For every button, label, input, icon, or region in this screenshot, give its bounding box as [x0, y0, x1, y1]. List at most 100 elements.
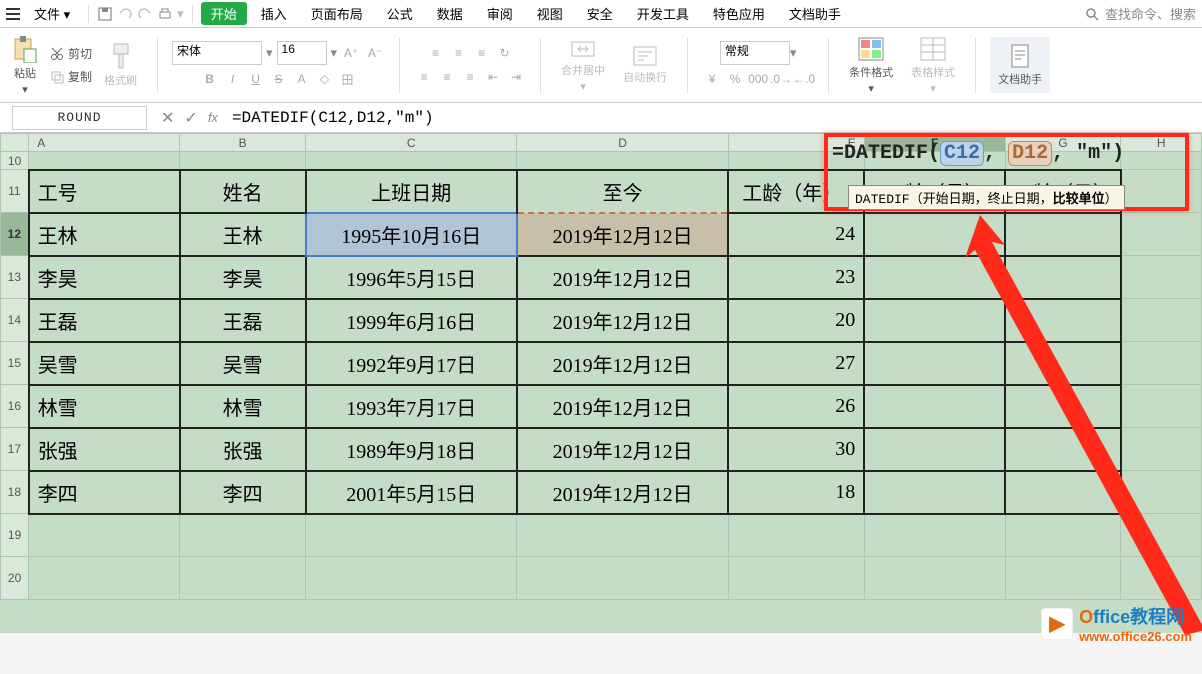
cell[interactable]: 工号 — [29, 170, 180, 213]
undo-icon[interactable] — [117, 6, 133, 22]
row-header[interactable]: 11 — [1, 170, 29, 213]
cell[interactable]: 1996年5月15日 — [306, 256, 517, 299]
cell[interactable]: 24 — [728, 213, 864, 256]
cell[interactable]: 至今 — [517, 170, 728, 213]
align-mid-icon[interactable]: ≡ — [449, 43, 469, 63]
font-family-select[interactable]: 宋体 — [172, 41, 262, 65]
font-color-icon[interactable]: A — [292, 69, 312, 89]
menu-tab-formula[interactable]: 公式 — [377, 2, 423, 25]
cell[interactable]: 2019年12月12日 — [517, 471, 728, 514]
col-header-B[interactable]: B — [180, 134, 306, 152]
cell[interactable] — [864, 299, 1005, 342]
align-bot-icon[interactable]: ≡ — [472, 43, 492, 63]
row-header[interactable]: 19 — [1, 514, 29, 557]
row-header[interactable]: 15 — [1, 342, 29, 385]
cell[interactable]: 王林 — [180, 213, 306, 256]
cell-style-button[interactable]: 表格样式 ▾ — [905, 34, 961, 97]
cell[interactable] — [1005, 428, 1121, 471]
cell[interactable] — [1005, 385, 1121, 428]
fill-color-icon[interactable]: ◇ — [315, 69, 335, 89]
cell[interactable]: 王磊 — [180, 299, 306, 342]
cell[interactable]: 工龄（年） — [728, 170, 864, 213]
align-left-icon[interactable]: ≡ — [414, 67, 434, 87]
merge-button[interactable]: 合并居中 ▾ — [555, 36, 611, 95]
cell[interactable]: 1999年6月16日 — [306, 299, 517, 342]
cell[interactable]: 2019年12月12日 — [517, 256, 728, 299]
cell[interactable]: 2019年12月12日 — [517, 428, 728, 471]
cell[interactable]: 1989年9月18日 — [306, 428, 517, 471]
doc-assist-button[interactable]: 文档助手 — [990, 37, 1050, 93]
border-icon[interactable]: 田 — [338, 69, 358, 89]
cell-ref-c12[interactable]: 1995年10月16日 — [306, 213, 517, 256]
row-header[interactable]: 12 — [1, 213, 29, 256]
cell[interactable]: 李昊 — [29, 256, 180, 299]
cell[interactable] — [864, 256, 1005, 299]
print-icon[interactable] — [157, 6, 173, 22]
cell[interactable]: 李四 — [29, 471, 180, 514]
cell[interactable]: 2019年12月12日 — [517, 342, 728, 385]
cut-button[interactable]: 剪切 — [50, 45, 92, 62]
align-right-icon[interactable]: ≡ — [460, 67, 480, 87]
cell[interactable]: 王磊 — [29, 299, 180, 342]
cell[interactable]: 18 — [728, 471, 864, 514]
cell[interactable]: 王林 — [29, 213, 180, 256]
increase-font-icon[interactable]: A⁺ — [341, 43, 361, 63]
indent-inc-icon[interactable]: ⇥ — [506, 67, 526, 87]
menu-tab-security[interactable]: 安全 — [577, 2, 623, 25]
row-header[interactable]: 13 — [1, 256, 29, 299]
dec-dec-icon[interactable]: ←.0 — [794, 69, 814, 89]
cell[interactable]: 姓名 — [180, 170, 306, 213]
cell[interactable] — [1005, 299, 1121, 342]
col-header-C[interactable]: C — [306, 134, 517, 152]
cell[interactable] — [864, 428, 1005, 471]
col-header-H[interactable]: H — [1121, 134, 1202, 152]
cell[interactable] — [864, 385, 1005, 428]
paste-button[interactable]: 粘贴 ▾ — [6, 33, 44, 98]
currency-icon[interactable]: ¥ — [702, 69, 722, 89]
formula-cancel-icon[interactable]: ✕ — [161, 108, 174, 128]
row-header[interactable]: 20 — [1, 557, 29, 600]
menu-tab-start[interactable]: 开始 — [201, 2, 247, 25]
cell[interactable]: 林雪 — [180, 385, 306, 428]
number-format-select[interactable]: 常规 — [720, 41, 790, 65]
dec-inc-icon[interactable]: .0→ — [771, 69, 791, 89]
cell[interactable]: 1992年9月17日 — [306, 342, 517, 385]
font-size-select[interactable]: 16 — [277, 41, 327, 65]
row-header[interactable]: 10 — [1, 152, 29, 170]
comma-icon[interactable]: 000 — [748, 69, 768, 89]
cell[interactable] — [1005, 213, 1121, 256]
wrap-button[interactable]: 自动换行 — [617, 43, 673, 87]
align-center-icon[interactable]: ≡ — [437, 67, 457, 87]
cell[interactable]: 林雪 — [29, 385, 180, 428]
cell-ref-d12[interactable]: 2019年12月12日 — [517, 213, 728, 256]
name-box[interactable]: ROUND — [12, 106, 147, 130]
row-header[interactable]: 17 — [1, 428, 29, 471]
fx-icon[interactable]: fx — [208, 110, 218, 125]
cell[interactable]: 2019年12月12日 — [517, 299, 728, 342]
redo-icon[interactable] — [137, 6, 153, 22]
cell[interactable]: 2001年5月15日 — [306, 471, 517, 514]
menu-tab-insert[interactable]: 插入 — [251, 2, 297, 25]
format-painter-button[interactable]: 格式刷 — [98, 40, 143, 90]
menu-tab-assist[interactable]: 文档助手 — [779, 2, 851, 25]
cell[interactable]: 张强 — [29, 428, 180, 471]
formula-input[interactable] — [224, 104, 1202, 132]
orient-icon[interactable]: ↻ — [495, 43, 515, 63]
cell[interactable] — [1005, 342, 1121, 385]
menu-tab-dev[interactable]: 开发工具 — [627, 2, 699, 25]
menu-tab-layout[interactable]: 页面布局 — [301, 2, 373, 25]
cell[interactable]: 李四 — [180, 471, 306, 514]
col-header-D[interactable]: D — [517, 134, 728, 152]
cell[interactable] — [864, 471, 1005, 514]
menubar-search[interactable]: 查找命令、搜索 — [1085, 4, 1196, 23]
cell[interactable]: 1993年7月17日 — [306, 385, 517, 428]
menu-tab-special[interactable]: 特色应用 — [703, 2, 775, 25]
cell[interactable]: 张强 — [180, 428, 306, 471]
row-header[interactable]: 18 — [1, 471, 29, 514]
save-icon[interactable] — [97, 6, 113, 22]
cond-format-button[interactable]: 条件格式 ▾ — [843, 34, 899, 97]
italic-icon[interactable]: I — [223, 69, 243, 89]
cell[interactable]: 30 — [728, 428, 864, 471]
menu-file[interactable]: 文件 ▾ — [24, 2, 80, 25]
cell[interactable]: 吴雪 — [180, 342, 306, 385]
